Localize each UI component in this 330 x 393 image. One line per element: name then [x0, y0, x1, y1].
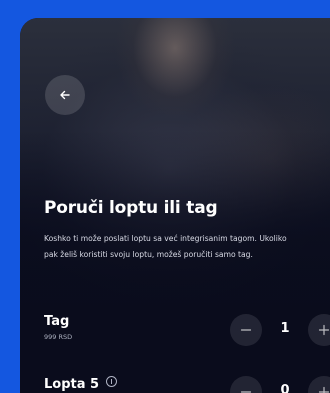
increase-button[interactable]: [308, 376, 330, 393]
quantity-stepper: 1: [230, 314, 330, 346]
back-button[interactable]: [45, 75, 85, 115]
minus-icon: [240, 329, 252, 331]
minus-icon: [240, 391, 252, 393]
quantity-value: 1: [280, 321, 290, 336]
list-item-tag: Tag 999 RSD 1: [44, 314, 330, 346]
page-description: Koshko ti može poslati loptu sa već inte…: [44, 234, 287, 259]
page-title: Poruči loptu ili tag: [44, 198, 218, 218]
quantity-value: 0: [280, 383, 290, 393]
item-name-label: Lopta 5: [44, 377, 100, 392]
decrease-button[interactable]: [230, 376, 262, 393]
info-icon[interactable]: [106, 376, 118, 387]
decrease-button[interactable]: [230, 314, 262, 346]
arrow-left-icon: [60, 90, 70, 100]
increase-button[interactable]: [308, 314, 330, 346]
list-item-ball: Lopta 5 0: [44, 376, 330, 393]
order-screen: Poruči loptu ili tag Koshko ti može posl…: [20, 18, 330, 393]
quantity-stepper: 0: [230, 376, 330, 393]
plus-icon: [318, 386, 330, 393]
plus-icon: [318, 324, 330, 336]
